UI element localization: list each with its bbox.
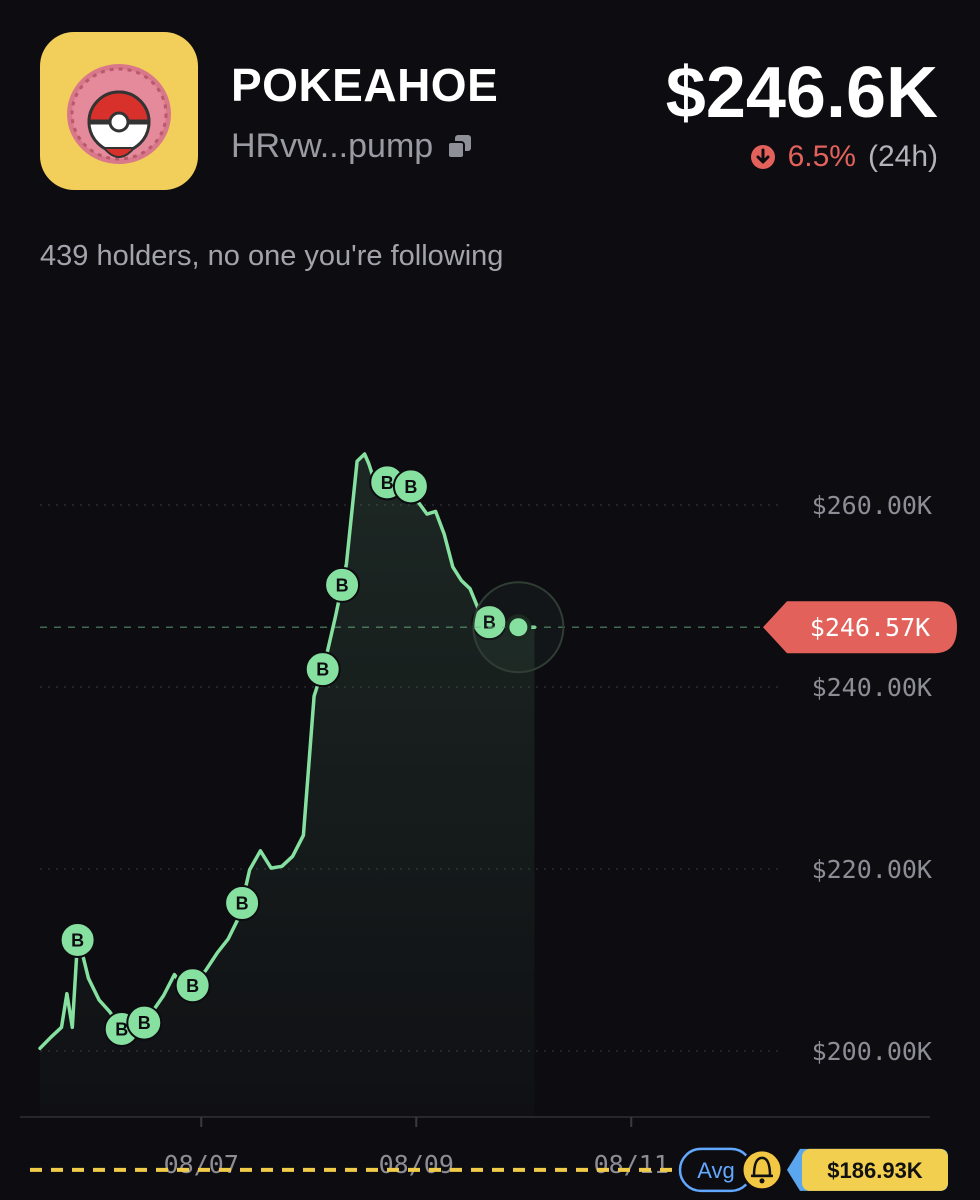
buy-marker[interactable]: B: [126, 1004, 163, 1041]
y-tick-label: $240.00K: [812, 673, 932, 702]
buy-marker-label: B: [381, 473, 394, 493]
y-tick-label: $200.00K: [812, 1037, 932, 1066]
buy-marker[interactable]: B: [174, 967, 211, 1004]
buy-marker-label: B: [115, 1019, 128, 1039]
buy-marker[interactable]: B: [392, 468, 429, 505]
buy-marker[interactable]: B: [304, 651, 341, 688]
x-tick-label: 08/11: [594, 1150, 669, 1179]
current-price-tag: $246.57K: [763, 601, 957, 654]
y-tick-label: $220.00K: [812, 855, 932, 884]
buy-marker-label: B: [186, 976, 199, 996]
avg-price-tag-label: $186.93K: [827, 1158, 923, 1183]
buy-marker-label: B: [316, 660, 329, 680]
buy-marker[interactable]: B: [224, 885, 261, 922]
bell-icon-clapper: [759, 1178, 765, 1184]
buy-marker-label: B: [236, 894, 249, 914]
buy-marker-label: B: [71, 930, 84, 950]
current-price-dot: [509, 618, 528, 637]
price-chart[interactable]: $200.00K $220.00K $240.00K $260.00K 08/07 08/…: [0, 0, 980, 1200]
buy-marker-label: B: [138, 1013, 151, 1033]
y-tick-label: $260.00K: [812, 491, 932, 520]
current-price-tag-label: $246.57K: [810, 613, 930, 642]
buy-marker-label: B: [404, 477, 417, 497]
x-tick-label: 08/09: [379, 1150, 454, 1179]
buy-marker[interactable]: B: [59, 921, 96, 958]
avg-price-tag: $186.93K: [787, 1148, 948, 1191]
buy-marker[interactable]: B: [324, 566, 361, 603]
buy-marker-label: B: [336, 575, 349, 595]
avg-badge-label: Avg: [697, 1158, 735, 1183]
x-tick-label: 08/07: [164, 1150, 239, 1179]
bell-icon[interactable]: [740, 1148, 784, 1192]
bell-icon-bg: [740, 1148, 784, 1192]
